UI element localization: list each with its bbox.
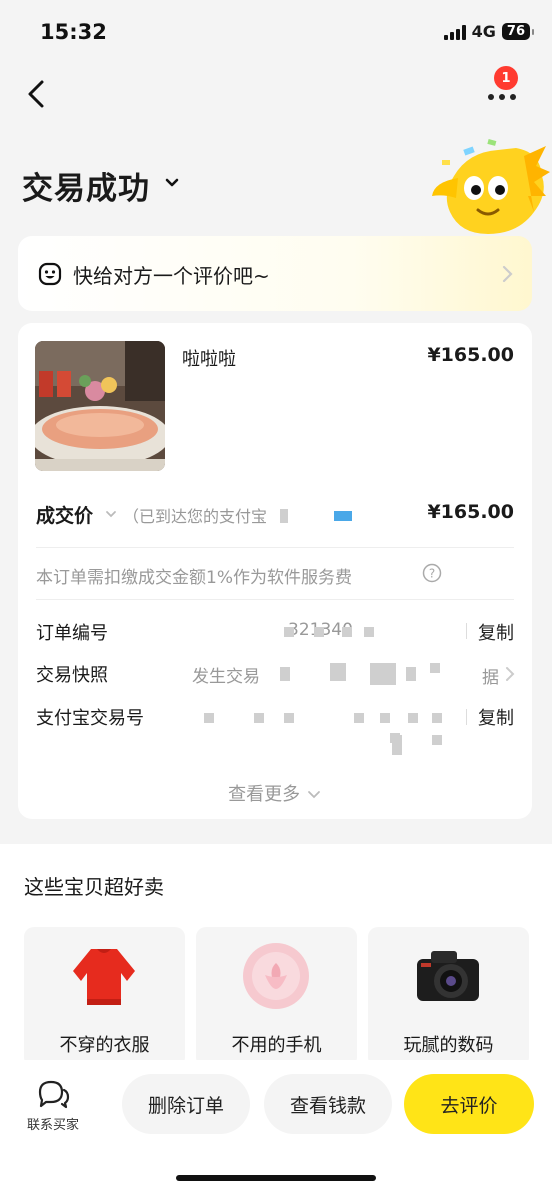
recommend-item-label: 玩腻的数码	[403, 1035, 494, 1056]
recommend-item-phone[interactable]: 不用的手机	[196, 927, 357, 1067]
redacted-mark	[280, 509, 288, 523]
redacted-mark	[204, 713, 214, 723]
service-fee-note: 本订单需扣缴成交金额1%作为软件服务费	[36, 568, 352, 588]
redacted-mark	[284, 627, 294, 637]
redacted-mark	[406, 667, 416, 681]
contact-buyer-button[interactable]: 联系买家	[20, 1078, 86, 1138]
recommend-item-digital[interactable]: 玩腻的数码	[368, 927, 529, 1067]
order-card: 啦啦啦 ¥165.00 成交价 （已到达您的支付宝 ¥165.00 本订单需扣缴…	[18, 323, 532, 819]
notification-badge: 1	[494, 66, 518, 90]
view-payment-button[interactable]: 查看钱款	[264, 1074, 392, 1134]
redacted-mark	[284, 713, 294, 723]
redacted-mark	[354, 713, 364, 723]
status-indicators: 4G 76	[443, 22, 535, 41]
order-number-label: 订单编号	[36, 623, 108, 644]
see-more-button[interactable]: 查看更多	[18, 780, 532, 806]
status-time: 15:32	[40, 20, 107, 44]
snapshot-value-tail: 据	[482, 668, 499, 688]
snapshot-label: 交易快照	[36, 665, 108, 686]
signal-icon	[443, 24, 466, 40]
redacted-mark	[280, 667, 290, 681]
chevron-down-icon[interactable]	[160, 170, 184, 194]
page-title[interactable]: 交易成功	[22, 163, 150, 208]
chevron-right-icon	[500, 264, 514, 284]
contact-buyer-label: 联系买家	[26, 1118, 79, 1133]
more-dots-icon	[488, 94, 516, 100]
recommend-item-clothes[interactable]: 不穿的衣服	[24, 927, 185, 1067]
deal-note: （已到达您的支付宝	[123, 507, 268, 526]
product-name[interactable]: 啦啦啦	[182, 345, 236, 371]
alipay-trade-number-label: 支付宝交易号	[36, 708, 144, 729]
see-more-label: 查看更多	[228, 784, 301, 805]
redacted-mark	[432, 713, 442, 723]
status-bar: 15:32 4G 76	[0, 0, 552, 66]
delete-order-button[interactable]: 删除订单	[122, 1074, 250, 1134]
chevron-down-icon	[307, 791, 320, 799]
recommend-item-label: 不用的手机	[231, 1035, 322, 1056]
recommend-item-label: 不穿的衣服	[59, 1035, 150, 1056]
snapshot-value[interactable]: 发生交易	[192, 662, 260, 687]
separator	[466, 709, 467, 725]
camera-icon	[417, 951, 479, 1001]
deal-price-label[interactable]: 成交价	[36, 501, 93, 528]
redacted-mark	[408, 713, 418, 723]
redacted-mark	[430, 663, 440, 673]
redacted-mark	[364, 627, 374, 637]
divider	[36, 599, 514, 600]
rate-prompt-card[interactable]: 快给对方一个评价吧~	[18, 236, 532, 311]
network-type: 4G	[471, 22, 496, 41]
redacted-mark	[314, 627, 324, 637]
separator	[466, 623, 467, 639]
chat-icon	[38, 1080, 70, 1109]
bottom-action-bar: 联系买家 删除订单 查看钱款 去评价	[0, 1060, 552, 1195]
redacted-mark	[254, 713, 264, 723]
phone-icon	[243, 943, 309, 1009]
sweater-icon	[73, 949, 135, 1005]
product-image[interactable]	[35, 341, 165, 471]
chevron-left-icon	[28, 80, 44, 108]
product-price: ¥165.00	[427, 344, 514, 366]
fish-mascot-icon	[428, 138, 552, 240]
help-icon[interactable]: ?	[422, 563, 442, 583]
chevron-right-icon	[504, 665, 516, 687]
redacted-mark	[330, 663, 346, 681]
redacted-mark	[432, 735, 442, 745]
review-button[interactable]: 去评价	[404, 1074, 534, 1134]
home-indicator[interactable]	[176, 1175, 376, 1181]
deal-price: ¥165.00	[427, 501, 514, 523]
divider	[36, 547, 514, 548]
svg-text:?: ?	[429, 567, 435, 581]
copy-order-number-button[interactable]: 复制	[478, 619, 514, 645]
redacted-mark	[392, 735, 402, 755]
redacted-mark	[380, 713, 390, 723]
battery-icon: 76	[501, 23, 535, 40]
smiley-icon	[38, 262, 62, 286]
redacted-mark	[342, 627, 352, 637]
copy-alipay-number-button[interactable]: 复制	[478, 704, 514, 730]
redacted-mark	[334, 511, 352, 521]
back-button[interactable]	[22, 78, 54, 110]
redacted-mark	[370, 663, 396, 685]
chevron-down-icon[interactable]	[104, 506, 118, 520]
rate-prompt-text: 快给对方一个评价吧~	[73, 264, 270, 288]
recommend-title: 这些宝贝超好卖	[24, 875, 164, 899]
